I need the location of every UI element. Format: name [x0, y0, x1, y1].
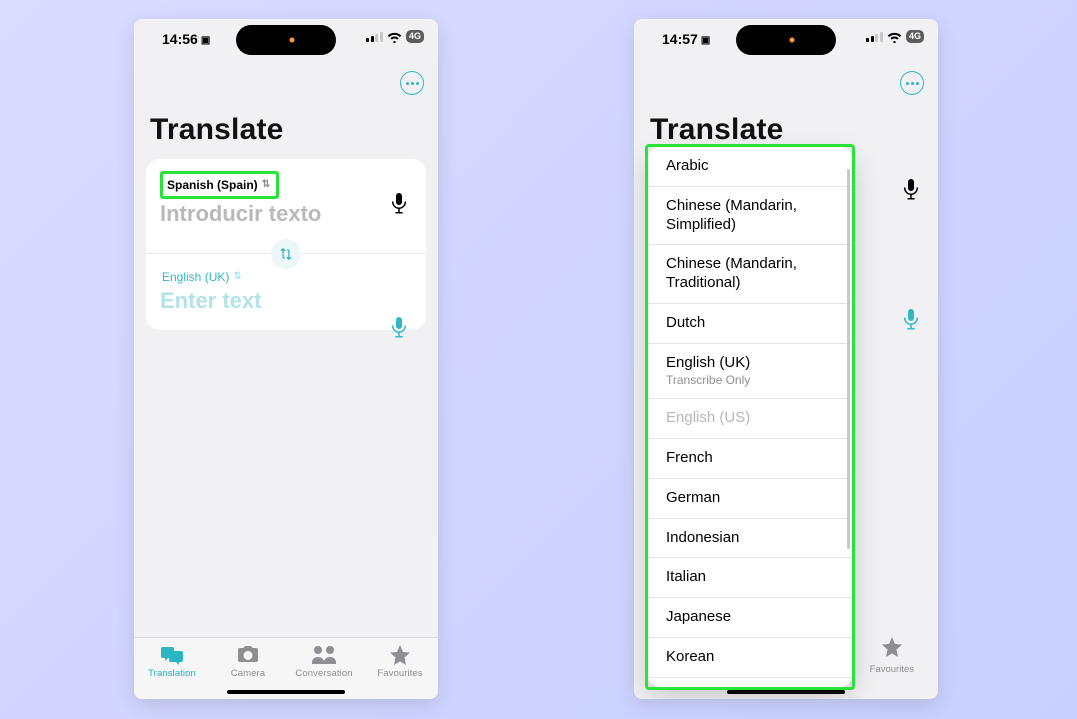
language-option[interactable]: Japanese	[648, 598, 852, 638]
source-input[interactable]: Introducir texto	[160, 201, 412, 227]
tab-label: Favourites	[870, 664, 914, 675]
language-option[interactable]: Arabic	[648, 147, 852, 187]
language-name: German	[666, 489, 836, 508]
home-indicator[interactable]	[727, 690, 845, 694]
status-bar: 14:56▣ 4G	[134, 19, 438, 53]
status-clock-icon: ▣	[201, 35, 210, 46]
chevron-up-down-icon: ⇅	[262, 180, 270, 190]
status-time-text: 14:56	[162, 31, 198, 47]
language-option[interactable]: Italian	[648, 558, 852, 598]
card-divider	[146, 253, 426, 254]
language-name: French	[666, 449, 836, 468]
tab-label: Conversation	[289, 668, 359, 679]
wifi-icon	[387, 31, 402, 43]
dynamic-island-indicator	[290, 38, 295, 43]
language-option[interactable]: German	[648, 479, 852, 519]
dynamic-island	[236, 25, 336, 55]
source-language-label: Spanish (Spain)	[167, 178, 258, 192]
status-time: 14:56▣	[162, 31, 210, 47]
target-language-label: English (UK)	[162, 270, 229, 284]
language-name: Chinese (Mandarin, Simplified)	[666, 197, 836, 235]
home-indicator[interactable]	[227, 690, 345, 694]
tab-label: Favourites	[365, 668, 435, 679]
language-option: English (US)	[648, 399, 852, 439]
language-option[interactable]: Korean	[648, 638, 852, 678]
language-option[interactable]: Chinese (Mandarin, Simplified)	[648, 187, 852, 246]
tab-camera[interactable]: Camera	[213, 644, 283, 679]
language-subtitle: Transcribe Only	[666, 373, 836, 388]
page-title: Translate	[150, 113, 438, 147]
mic-button-target[interactable]	[902, 309, 920, 336]
star-icon	[365, 644, 435, 666]
language-name: Dutch	[666, 314, 836, 333]
language-name: English (US)	[666, 409, 836, 428]
language-picker: Arabic Chinese (Mandarin, Simplified) Chin…	[648, 147, 852, 687]
tab-favourites[interactable]: Favourites	[365, 644, 435, 679]
camera-icon	[213, 644, 283, 666]
more-options-button[interactable]	[400, 71, 424, 95]
language-name: Indonesian	[666, 529, 836, 548]
dynamic-island-indicator	[790, 38, 795, 43]
phone-screenshot-right: 14:57▣ 4G Translate Favourites Arabic Chi…	[634, 19, 938, 699]
language-option[interactable]: Chinese (Mandarin, Traditional)	[648, 245, 852, 304]
language-name: Korean	[666, 648, 836, 667]
tab-label: Camera	[213, 668, 283, 679]
network-badge: 4G	[906, 30, 924, 43]
language-name: Chinese (Mandarin, Traditional)	[666, 255, 836, 293]
status-time: 14:57▣	[662, 31, 710, 47]
mic-button-source[interactable]	[390, 193, 410, 215]
target-language-selector[interactable]: English (UK) ⇅	[160, 268, 244, 286]
status-right: 4G	[366, 30, 424, 43]
network-badge: 4G	[406, 30, 424, 43]
wifi-icon	[887, 31, 902, 43]
language-name: Arabic	[666, 157, 836, 176]
tab-label: Translation	[137, 668, 207, 679]
language-option[interactable]: Dutch	[648, 304, 852, 344]
translate-card: Spanish (Spain) ⇅ Introducir texto Engli…	[146, 159, 426, 330]
tab-translation[interactable]: Translation	[137, 644, 207, 679]
scrollbar[interactable]	[847, 169, 850, 549]
mic-button-target[interactable]	[390, 317, 410, 339]
language-name: Italian	[666, 568, 836, 587]
status-clock-icon: ▣	[701, 35, 710, 46]
translation-icon	[137, 644, 207, 666]
tab-bar: Translation Camera Conversation Favourit…	[134, 637, 438, 699]
status-bar: 14:57▣ 4G	[634, 19, 938, 53]
status-time-text: 14:57	[662, 31, 698, 47]
cellular-icon	[866, 32, 883, 42]
status-right: 4G	[866, 30, 924, 43]
language-option[interactable]: English (UK)Transcribe Only	[648, 344, 852, 400]
dynamic-island	[736, 25, 836, 55]
language-option[interactable]: Polish	[648, 678, 852, 688]
conversation-icon	[289, 644, 359, 666]
language-name: Japanese	[666, 608, 836, 627]
language-list[interactable]: Arabic Chinese (Mandarin, Simplified) Chin…	[648, 147, 852, 687]
tab-conversation[interactable]: Conversation	[289, 644, 359, 679]
more-options-button[interactable]	[900, 71, 924, 95]
highlight-source-language: Spanish (Spain) ⇅	[160, 171, 279, 199]
language-option[interactable]: French	[648, 439, 852, 479]
cellular-icon	[366, 32, 383, 42]
mic-button-source[interactable]	[902, 179, 920, 206]
language-option[interactable]: Indonesian	[648, 519, 852, 559]
chevron-up-down-icon: ⇅	[233, 272, 241, 282]
target-input[interactable]: Enter text	[160, 288, 412, 314]
phone-screenshot-left: 14:56▣ 4G Translate Spanish (Spain) ⇅ In…	[134, 19, 438, 699]
swap-languages-button[interactable]	[271, 239, 301, 269]
language-name: English (UK)	[666, 354, 836, 373]
page-title: Translate	[650, 113, 938, 147]
tab-favourites[interactable]: Favourites	[870, 637, 914, 675]
source-language-selector[interactable]: Spanish (Spain) ⇅	[165, 176, 272, 194]
